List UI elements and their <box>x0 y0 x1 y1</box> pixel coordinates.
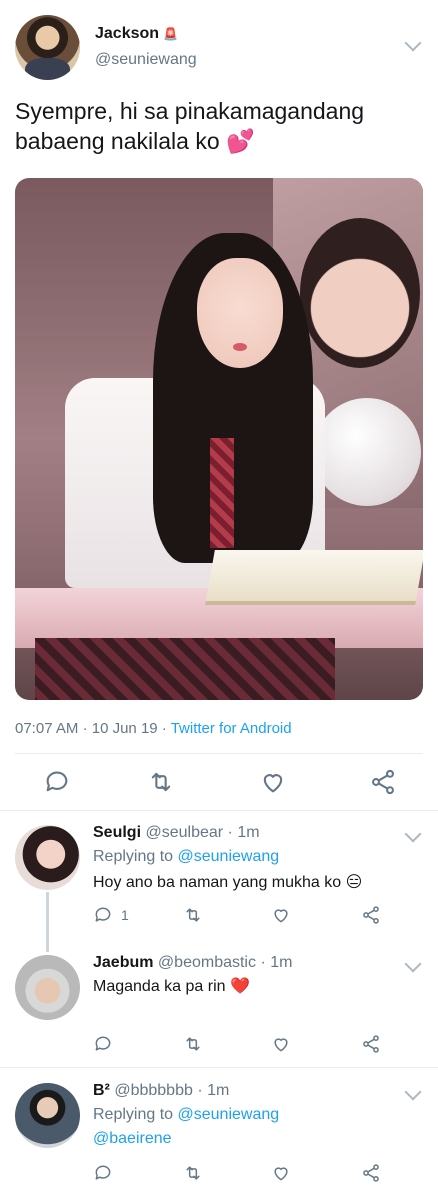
siren-icon: 🚨 <box>163 27 178 41</box>
reply-action-bar <box>93 1033 393 1055</box>
replying-to-label: Replying to <box>93 848 174 865</box>
two-hearts-emoji: 💕 <box>226 128 255 154</box>
photo-tie <box>210 438 234 548</box>
reply-author-handle[interactable]: @beombastic <box>158 954 256 971</box>
reply-author-name[interactable]: B² <box>93 1082 110 1099</box>
tweet-source-link[interactable]: Twitter for Android <box>171 720 292 737</box>
reply-author-name[interactable]: Seulgi <box>93 824 141 841</box>
reply-text: Hoy ano ba naman yang mukha ko 😑 <box>93 872 362 892</box>
retweet-icon[interactable] <box>183 1162 203 1184</box>
reply-author[interactable]: Seulgi @seulbear · 1m <box>93 824 260 842</box>
reply-count: 1 <box>121 907 129 923</box>
heart-icon[interactable] <box>271 904 291 926</box>
tweet-action-bar <box>15 760 423 804</box>
chevron-down-icon[interactable] <box>404 1083 422 1101</box>
replying-to: Replying to @seuniewang <box>93 1106 279 1124</box>
tweet-header: Jackson 🚨 @seuniewang <box>15 15 423 81</box>
photo-second-person <box>300 218 420 368</box>
reply-author-name[interactable]: Jaebum <box>93 954 153 971</box>
replying-to-mention[interactable]: @seuniewang <box>178 1106 280 1123</box>
meta-separator: · <box>161 720 167 737</box>
reply-text: Maganda ka pa rin ❤️ <box>93 976 250 996</box>
photo-face <box>197 258 283 368</box>
photo-book <box>205 550 423 605</box>
share-icon[interactable] <box>361 904 381 926</box>
comment-icon[interactable] <box>93 1162 113 1184</box>
avatar[interactable] <box>15 825 80 890</box>
avatar[interactable] <box>15 955 80 1020</box>
share-icon[interactable] <box>369 768 397 796</box>
reply-action-bar: 1 <box>93 904 393 926</box>
share-icon[interactable] <box>361 1033 381 1055</box>
photo-lips <box>233 343 247 351</box>
chevron-down-icon[interactable] <box>404 34 422 52</box>
reply-author-handle[interactable]: @seulbear <box>145 824 223 841</box>
divider <box>15 753 423 754</box>
author-name-text[interactable]: Jackson <box>95 25 159 42</box>
tweet-metadata: 07:07 AM · 10 Jun 19 · Twitter for Andro… <box>15 720 292 737</box>
expressionless-emoji: 😑 <box>345 874 363 891</box>
reply-mention-text[interactable]: @baeirene <box>93 1130 172 1148</box>
tweet-date: 10 Jun 19 <box>91 720 158 737</box>
heart-icon[interactable] <box>259 768 287 796</box>
tweet-text-body: Syempre, hi sa pinakamagandang babaeng n… <box>15 98 365 154</box>
author-handle[interactable]: @seuniewang <box>95 51 197 69</box>
avatar[interactable] <box>15 1083 80 1148</box>
replying-to-mention[interactable]: @seuniewang <box>178 848 280 865</box>
red-heart-emoji: ❤️ <box>229 978 250 995</box>
reply-jaebum[interactable]: Jaebum @beombastic · 1m Maganda ka pa ri… <box>0 940 438 1065</box>
replying-to: Replying to @seuniewang <box>93 848 279 866</box>
reply-seulgi[interactable]: Seulgi @seulbear · 1m Replying to @seuni… <box>0 810 438 952</box>
reply-author[interactable]: Jaebum @beombastic · 1m <box>93 954 292 972</box>
meta-separator: · <box>82 720 88 737</box>
tweet-detail-page: Jackson 🚨 @seuniewang Syempre, hi sa pina… <box>0 0 438 1200</box>
chevron-down-icon[interactable] <box>404 825 422 843</box>
photo-volleyball <box>313 398 421 506</box>
reply-age: · 1m <box>227 824 260 841</box>
reply-author-handle[interactable]: @bbbbbbb <box>114 1082 193 1099</box>
avatar[interactable] <box>15 15 80 80</box>
comment-button[interactable]: 1 <box>93 904 129 926</box>
retweet-icon[interactable] <box>147 768 175 796</box>
heart-icon[interactable] <box>271 1162 291 1184</box>
comment-icon[interactable] <box>43 768 71 796</box>
comment-icon[interactable] <box>93 905 113 925</box>
share-icon[interactable] <box>361 1162 381 1184</box>
chevron-down-icon[interactable] <box>404 955 422 973</box>
reply-action-bar <box>93 1162 393 1184</box>
heart-icon[interactable] <box>271 1033 291 1055</box>
retweet-icon[interactable] <box>183 904 203 926</box>
tweet-photo[interactable] <box>15 178 423 700</box>
reply-text-body: Hoy ano ba naman yang mukha ko <box>93 874 342 891</box>
retweet-icon[interactable] <box>183 1033 203 1055</box>
photo-skirt <box>35 638 335 700</box>
reply-age: · 1m <box>197 1082 230 1099</box>
tweet-text: Syempre, hi sa pinakamagandang babaeng n… <box>15 96 415 156</box>
reply-author[interactable]: B² @bbbbbbb · 1m <box>93 1082 229 1100</box>
author-name[interactable]: Jackson 🚨 <box>95 25 178 43</box>
tweet-time: 07:07 AM <box>15 720 79 737</box>
reply-text-body: Maganda ka pa rin <box>93 978 226 995</box>
reply-b2[interactable]: B² @bbbbbbb · 1m Replying to @seuniewang… <box>0 1068 438 1200</box>
reply-age: · 1m <box>260 954 293 971</box>
replying-to-label: Replying to <box>93 1106 174 1123</box>
comment-icon[interactable] <box>93 1033 113 1055</box>
